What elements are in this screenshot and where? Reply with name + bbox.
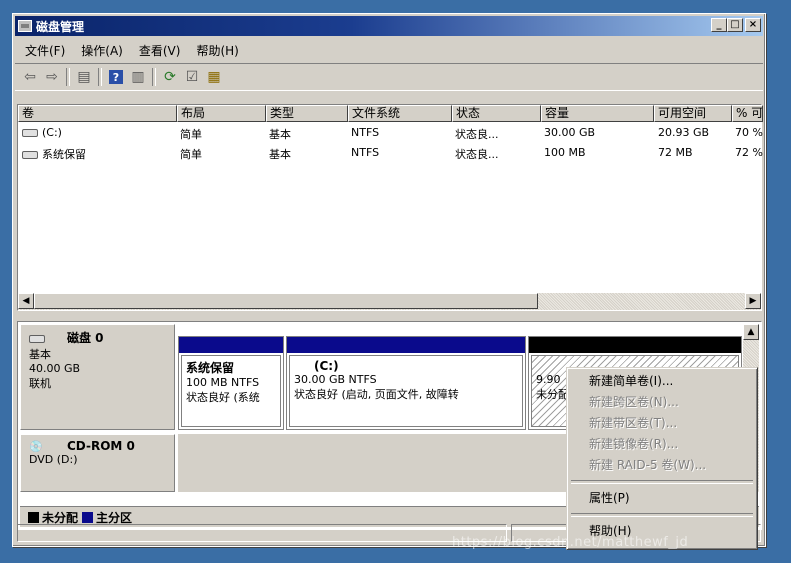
close-button[interactable]: × [745, 18, 761, 32]
volume-percent-free: 70 % [735, 126, 763, 139]
help-icon[interactable]: ? [109, 70, 123, 84]
volume-filesystem: NTFS [351, 126, 380, 139]
partition-status: 状态良好 (启动, 页面文件, 故障转 [294, 388, 459, 401]
horizontal-scrollbar[interactable]: ◀ ▶ [18, 293, 761, 310]
menu-new-raid5-volume[interactable]: 新建 RAID-5 卷(W)... [569, 455, 755, 476]
properties-view-icon[interactable]: ▥ [127, 67, 149, 87]
menu-new-simple-volume[interactable]: 新建简单卷(I)... [569, 371, 755, 392]
window-title: 磁盘管理 [36, 19, 85, 34]
menu-new-spanned-volume[interactable]: 新建跨区卷(N)... [569, 392, 755, 413]
volume-name: 系统保留 [42, 148, 86, 161]
col-volume[interactable]: 卷 [18, 105, 177, 122]
table-row[interactable]: (C:) 简单 基本 NTFS 状态良... 30.00 GB 20.93 GB… [18, 123, 763, 143]
cdrom-icon: 💿 [29, 440, 43, 453]
partition-detail: 100 MB NTFS [186, 376, 260, 389]
volume-free-space: 20.93 GB [658, 126, 710, 139]
refresh-icon[interactable]: ⟳ [159, 67, 181, 87]
status-segment [17, 524, 507, 542]
volume-layout: 简单 [180, 148, 202, 161]
col-percent-free[interactable]: % 可 [732, 105, 763, 122]
scroll-left-button[interactable]: ◀ [18, 293, 34, 309]
partition-name: (C:) [314, 359, 339, 373]
unallocated-bar [529, 337, 741, 353]
back-arrow-icon[interactable]: ⇦ [19, 67, 41, 87]
col-filesystem[interactable]: 文件系统 [348, 105, 452, 122]
cdrom-type: DVD (D:) [29, 453, 78, 466]
title-bar[interactable]: 磁盘管理 _ □ × [15, 16, 763, 36]
menu-new-striped-volume[interactable]: 新建带区卷(T)... [569, 413, 755, 434]
volume-capacity: 100 MB [544, 146, 586, 159]
menu-new-mirrored-volume[interactable]: 新建镜像卷(R)... [569, 434, 755, 455]
volume-type: 基本 [269, 148, 291, 161]
unallocated-swatch [28, 511, 39, 523]
scroll-right-button[interactable]: ▶ [745, 293, 761, 309]
disk-state: 联机 [29, 377, 51, 390]
menu-view[interactable]: 查看(V) [131, 42, 189, 59]
volume-filesystem: NTFS [351, 146, 380, 159]
menu-help[interactable]: 帮助(H) [188, 42, 246, 59]
disk-type: 基本 [29, 348, 51, 361]
menu-file[interactable]: 文件(F) [17, 42, 73, 59]
disk-management-icon [18, 20, 32, 32]
partition-system-reserved[interactable]: 系统保留 100 MB NTFS 状态良好 (系统 [178, 336, 284, 430]
menu-properties[interactable]: 属性(P) [569, 488, 755, 509]
watermark: https://blog.csdn.net/matthewf_jd [452, 535, 689, 550]
volume-name: (C:) [42, 126, 62, 139]
menu-action[interactable]: 操作(A) [73, 42, 131, 59]
volume-status: 状态良... [455, 148, 499, 161]
properties-icon[interactable]: ☑ [181, 67, 203, 87]
volume-free-space: 72 MB [658, 146, 693, 159]
col-capacity[interactable]: 容量 [541, 105, 654, 122]
col-layout[interactable]: 布局 [177, 105, 266, 122]
volume-list: 卷 布局 类型 文件系统 状态 容量 可用空间 % 可 (C:) 简单 基本 N… [17, 104, 763, 311]
disk-0-label[interactable]: 磁盘 0 基本 40.00 GB 联机 [20, 324, 175, 430]
hard-disk-icon [29, 335, 45, 343]
disk-name: 磁盘 0 [67, 331, 104, 345]
table-row[interactable]: 系统保留 简单 基本 NTFS 状态良... 100 MB 72 MB 72 % [18, 143, 763, 163]
maximize-button[interactable]: □ [727, 18, 743, 32]
partition-c-drive[interactable]: (C:) 30.00 GB NTFS 状态良好 (启动, 页面文件, 故障转 [286, 336, 526, 430]
minimize-button[interactable]: _ [711, 18, 727, 32]
primary-partition-bar [179, 337, 283, 353]
primary-partition-bar [287, 337, 525, 353]
show-hide-tree-icon[interactable]: ▤ [73, 67, 95, 87]
drive-icon [22, 129, 38, 137]
partition-status: 状态良好 (系统 [186, 391, 260, 404]
volume-percent-free: 72 % [735, 146, 763, 159]
forward-arrow-icon[interactable]: ⇨ [41, 67, 63, 87]
cdrom-name: CD-ROM 0 [67, 439, 135, 453]
cdrom-0-label[interactable]: 💿 CD-ROM 0 DVD (D:) [20, 434, 175, 492]
volume-status: 状态良... [455, 128, 499, 141]
drive-icon [22, 151, 38, 159]
volume-type: 基本 [269, 128, 291, 141]
partition-name: 系统保留 [186, 361, 235, 375]
volume-capacity: 30.00 GB [544, 126, 596, 139]
volume-layout: 简单 [180, 128, 202, 141]
scroll-thumb[interactable] [34, 293, 538, 309]
menu-bar: 文件(F) 操作(A) 查看(V) 帮助(H) [17, 40, 247, 60]
disk-size: 40.00 GB [29, 362, 81, 375]
scroll-up-button[interactable]: ▲ [743, 324, 759, 340]
context-menu: 新建简单卷(I)... 新建跨区卷(N)... 新建带区卷(T)... 新建镜像… [566, 367, 758, 550]
menu-separator [571, 513, 753, 517]
col-type[interactable]: 类型 [266, 105, 348, 122]
toolbar-separator [152, 68, 156, 86]
toolbar: ⇦ ⇨ ▤ ? ▥ ⟳ ☑ ▦ [15, 63, 763, 91]
col-status[interactable]: 状态 [452, 105, 541, 122]
col-free-space[interactable]: 可用空间 [654, 105, 732, 122]
partition-detail: 30.00 GB NTFS [294, 373, 377, 386]
export-list-icon[interactable]: ▦ [203, 67, 225, 87]
toolbar-separator [66, 68, 70, 86]
primary-swatch [82, 511, 94, 523]
toolbar-separator [98, 68, 102, 86]
menu-separator [571, 480, 753, 484]
